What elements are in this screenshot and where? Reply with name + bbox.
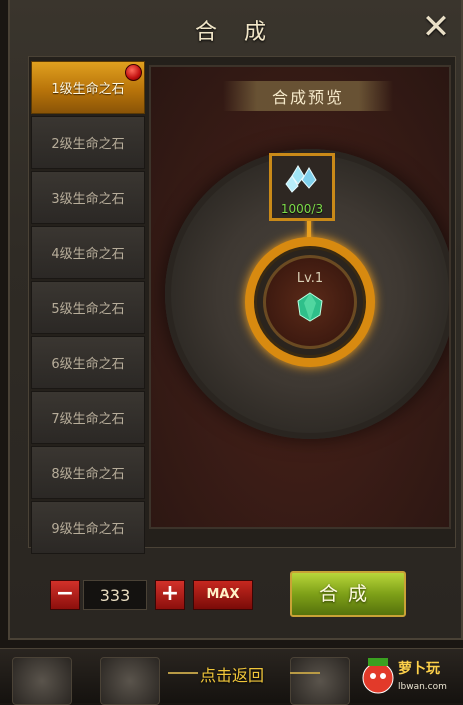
site-logo: 萝卜玩 lbwan.com (358, 650, 463, 702)
tab-level-2[interactable]: 2级生命之石 (31, 116, 145, 169)
tab-label: 3级生命之石 (51, 192, 125, 207)
material-slot[interactable]: 1000/3 (269, 153, 335, 221)
window-title: 合 成 (195, 20, 276, 45)
result-level: Lv.1 (296, 271, 324, 286)
tab-label: 8级生命之石 (51, 467, 125, 482)
tab-level-9[interactable]: 9级生命之石 (31, 501, 145, 554)
tab-label: 2级生命之石 (51, 137, 125, 152)
return-button[interactable]: 点击返回 (200, 662, 264, 686)
compose-preview-panel: 合成预览 1000/3 Lv.1 (149, 65, 451, 529)
logo-sub: lbwan.com (398, 682, 447, 692)
compose-button[interactable]: 合成 (290, 571, 406, 617)
skill-slot[interactable] (12, 657, 72, 705)
compose-window: 合 成 ✕ 1级生命之石 2级生命之石 3级生命之石 4级生命之石 5级生命之石… (8, 0, 463, 640)
crystal-shards-icon (285, 165, 317, 193)
preview-title: 合成预览 (223, 81, 393, 111)
tab-level-8[interactable]: 8级生命之石 (31, 446, 145, 499)
tab-label: 7级生命之石 (51, 412, 125, 427)
logo-text: 萝卜玩 (398, 661, 440, 677)
tab-level-7[interactable]: 7级生命之石 (31, 391, 145, 444)
tab-level-4[interactable]: 4级生命之石 (31, 226, 145, 279)
green-gem-icon (297, 292, 323, 322)
divider (168, 672, 198, 674)
tab-level-3[interactable]: 3级生命之石 (31, 171, 145, 224)
skill-slot[interactable] (100, 657, 160, 705)
divider (290, 672, 320, 674)
tab-level-5[interactable]: 5级生命之石 (31, 281, 145, 334)
tab-level-1[interactable]: 1级生命之石 (31, 61, 145, 114)
tab-label: 5级生命之石 (51, 302, 125, 317)
decrease-button[interactable]: − (50, 580, 80, 610)
mascot-icon (362, 658, 394, 694)
red-dot-icon (125, 64, 142, 81)
tab-label: 9级生命之石 (51, 522, 125, 537)
tab-level-6[interactable]: 6级生命之石 (31, 336, 145, 389)
content-area: 1级生命之石 2级生命之石 3级生命之石 4级生命之石 5级生命之石 6级生命之… (28, 56, 456, 554)
increase-button[interactable]: + (155, 580, 185, 610)
close-icon[interactable]: ✕ (419, 10, 453, 44)
skill-slot[interactable] (290, 657, 350, 705)
quantity-input[interactable] (83, 580, 147, 610)
tab-label: 1级生命之石 (51, 82, 125, 97)
material-count: 1000/3 (280, 202, 324, 216)
tab-label: 4级生命之石 (51, 247, 125, 262)
tab-list: 1级生命之石 2级生命之石 3级生命之石 4级生命之石 5级生命之石 6级生命之… (31, 61, 145, 556)
tab-label: 6级生命之石 (51, 357, 125, 372)
max-button[interactable]: MAX (193, 580, 253, 610)
